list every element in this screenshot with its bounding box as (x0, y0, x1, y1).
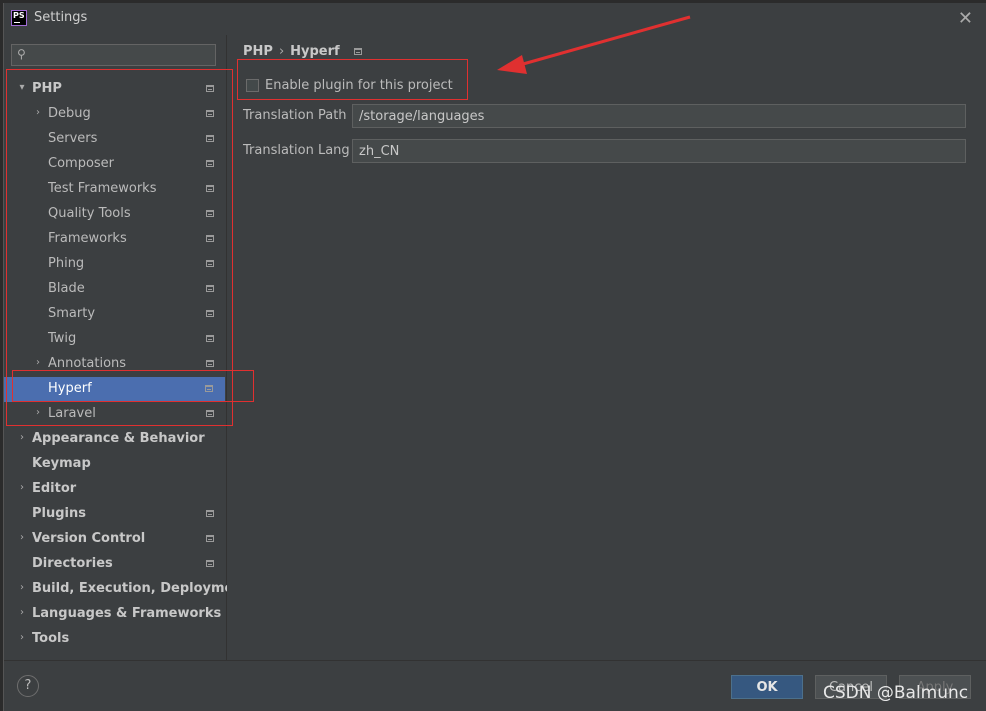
project-config-icon (205, 385, 213, 392)
project-config-icon (206, 260, 214, 267)
project-config-icon (206, 210, 214, 217)
chevron-right-icon: › (20, 582, 24, 593)
breadcrumb-current: Hyperf (290, 44, 340, 59)
project-config-icon (206, 335, 214, 342)
tree-item-version-control[interactable]: › Version Control (4, 527, 226, 552)
translation-path-label: Translation Path (243, 108, 347, 123)
tree-item-editor[interactable]: › Editor (4, 477, 226, 502)
project-config-icon (206, 185, 214, 192)
search-icon: ⚲ (17, 47, 26, 61)
project-config-icon (206, 535, 214, 542)
project-config-icon (206, 560, 214, 567)
project-config-icon (206, 160, 214, 167)
translation-lang-label: Translation Lang (243, 143, 350, 158)
chevron-right-icon: › (20, 432, 24, 443)
tree-item-twig[interactable]: Twig (4, 327, 226, 352)
tree-item-test-frameworks[interactable]: Test Frameworks (4, 177, 226, 202)
enable-plugin-checkbox[interactable] (246, 79, 259, 92)
cancel-button[interactable]: Cancel (815, 675, 887, 699)
translation-lang-input[interactable] (352, 139, 966, 163)
tree-item-servers[interactable]: Servers (4, 127, 226, 152)
project-config-icon (206, 410, 214, 417)
help-button[interactable]: ? (17, 675, 39, 697)
breadcrumb: PHP › Hyperf (243, 44, 363, 59)
project-config-icon (206, 360, 214, 367)
tree-item-smarty[interactable]: Smarty (4, 302, 226, 327)
close-icon[interactable]: ✕ (958, 8, 973, 29)
tree-item-laravel[interactable]: › Laravel (4, 402, 226, 427)
tree-item-keymap[interactable]: Keymap (4, 452, 226, 477)
tree-item-annotations[interactable]: › Annotations (4, 352, 226, 377)
tree-item-hyperf[interactable]: Hyperf (4, 377, 225, 402)
chevron-right-icon: › (20, 532, 24, 543)
tree-item-debug[interactable]: › Debug (4, 102, 226, 127)
tree-item-composer[interactable]: Composer (4, 152, 226, 177)
apply-button[interactable]: Apply (899, 675, 971, 699)
phpstorm-app-icon: PS (11, 10, 27, 26)
chevron-right-icon: › (20, 607, 24, 618)
chevron-right-icon: › (36, 107, 40, 118)
breadcrumb-parent[interactable]: PHP (243, 44, 273, 59)
chevron-right-icon: › (20, 482, 24, 493)
tree-item-frameworks[interactable]: Frameworks (4, 227, 226, 252)
tree-item-php[interactable]: ▾ PHP (4, 77, 226, 102)
tree-item-appearance-behavior[interactable]: › Appearance & Behavior (4, 427, 226, 452)
chevron-right-icon: › (36, 407, 40, 418)
project-config-icon (206, 85, 214, 92)
project-config-icon (206, 310, 214, 317)
tree-item-directories[interactable]: Directories (4, 552, 226, 577)
settings-search[interactable]: ⚲ (11, 44, 216, 66)
project-config-icon (206, 235, 214, 242)
tree-item-blade[interactable]: Blade (4, 277, 226, 302)
enable-plugin-row[interactable]: Enable plugin for this project (246, 78, 453, 93)
tree-item-tools[interactable]: › Tools (4, 627, 226, 652)
project-config-icon (354, 48, 363, 55)
chevron-right-icon: › (36, 357, 40, 368)
chevron-down-icon: ▾ (19, 82, 25, 93)
ok-button[interactable]: OK (731, 675, 803, 699)
search-input[interactable] (38, 46, 214, 66)
project-config-icon (206, 510, 214, 517)
settings-dialog: PS Settings ✕ ⚲ ▾ PHP › Debug Servers Co… (3, 3, 986, 711)
title-bar: PS Settings ✕ (4, 3, 986, 35)
tree-item-quality-tools[interactable]: Quality Tools (4, 202, 226, 227)
project-config-icon (206, 285, 214, 292)
tree-item-plugins[interactable]: Plugins (4, 502, 226, 527)
tree-item-languages-frameworks[interactable]: › Languages & Frameworks (4, 602, 226, 627)
translation-path-input[interactable] (352, 104, 966, 128)
settings-sidebar: ⚲ ▾ PHP › Debug Servers Composer Test Fr… (4, 35, 249, 660)
settings-content: PHP › Hyperf Enable plugin for this projec… (227, 35, 986, 660)
tree-item-build-execution-deployment[interactable]: › Build, Execution, Deployment (4, 577, 249, 602)
project-config-icon (206, 110, 214, 117)
tree-item-phing[interactable]: Phing (4, 252, 226, 277)
chevron-right-icon: › (20, 632, 24, 643)
project-config-icon (206, 135, 214, 142)
window-title: Settings (34, 10, 88, 25)
breadcrumb-separator: › (278, 44, 285, 59)
enable-plugin-label: Enable plugin for this project (265, 78, 453, 93)
dialog-footer: ? OK Cancel Apply (4, 660, 986, 711)
